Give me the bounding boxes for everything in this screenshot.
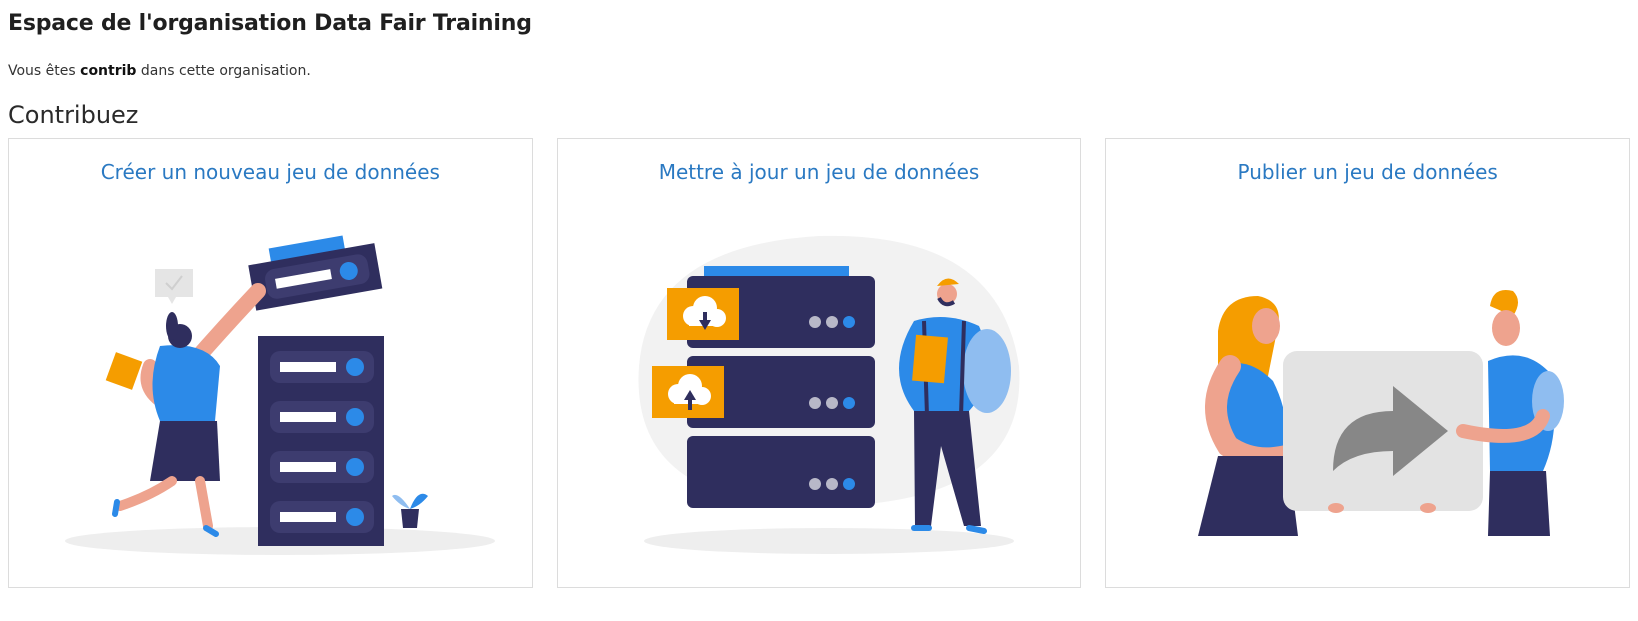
create-dataset-illustration [20, 206, 520, 566]
update-dataset-illustration [569, 206, 1069, 566]
action-cards: Créer un nouveau jeu de données Mettre à… [8, 138, 1631, 588]
publish-dataset-card[interactable]: Publier un jeu de données [1105, 138, 1631, 588]
create-dataset-title[interactable]: Créer un nouveau jeu de données [101, 158, 440, 186]
page: Espace de l'organisation Data Fair Train… [0, 0, 1638, 588]
role-line: Vous êtes contrib dans cette organisatio… [8, 61, 1630, 81]
publish-dataset-illustration [1118, 206, 1618, 566]
role-value: contrib [80, 63, 137, 79]
create-dataset-card[interactable]: Créer un nouveau jeu de données [8, 138, 533, 588]
update-dataset-title[interactable]: Mettre à jour un jeu de données [659, 158, 980, 186]
page-title: Espace de l'organisation Data Fair Train… [8, 11, 532, 36]
update-dataset-card[interactable]: Mettre à jour un jeu de données [556, 138, 1082, 588]
publish-dataset-title[interactable]: Publier un jeu de données [1238, 158, 1498, 186]
section-title: Contribuez [8, 101, 139, 129]
role-suffix: dans cette organisation. [140, 63, 311, 79]
role-prefix: Vous êtes [8, 63, 76, 79]
